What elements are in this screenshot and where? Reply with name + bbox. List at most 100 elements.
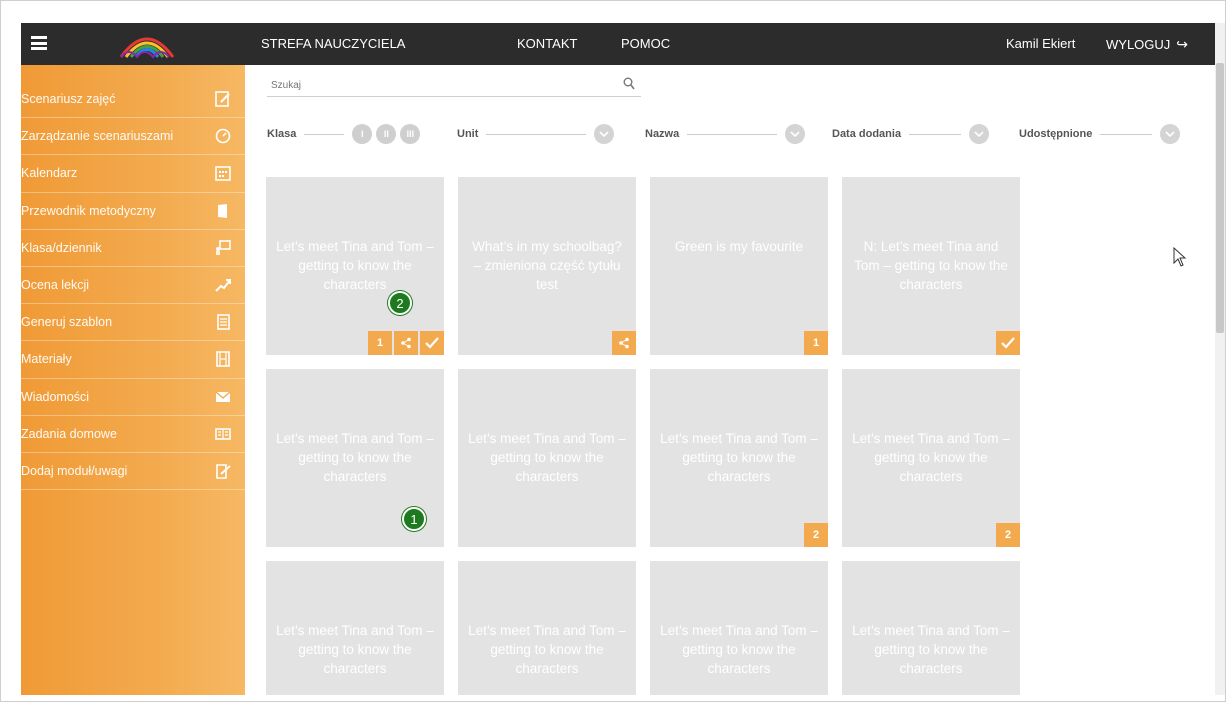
klasa-level-2-button[interactable]: II [376,124,397,144]
share-icon[interactable] [394,331,418,355]
book-icon [213,201,233,221]
envelope-icon [213,387,233,407]
chart-up-icon [213,275,233,295]
sidebar-item-przewodnik[interactable]: Przewodnik metodyczny [21,193,245,230]
sidebar-item-dodaj[interactable]: Dodaj moduł/uwagi [21,453,245,491]
sidebar-item-klasa[interactable]: Klasa/dziennik [21,230,245,267]
sidebar-item-zadania[interactable]: Zadania domowe [21,416,245,453]
filter-divider [1100,133,1153,135]
scenario-card[interactable]: Let’s meet Tina and Tom – getting to kno… [650,369,828,547]
card-badges [994,331,1020,355]
scenario-card[interactable]: Let’s meet Tina and Tom – getting to kno… [842,369,1020,547]
scenario-card[interactable]: Let’s meet Tina and Tom – getting to kno… [650,561,828,695]
sidebar-item-label: Dodaj moduł/uwagi [21,463,128,478]
hamburger-menu-icon[interactable] [31,36,47,50]
sidebar-item-materialy[interactable]: Materiały [21,341,245,379]
sidebar-item-kalendarz[interactable]: Kalendarz [21,155,245,193]
card-title: What’s in my schoolbag? – zmieniona częś… [472,239,622,292]
sidebar-item-label: Scenariusz zajęć [21,92,116,107]
share-icon[interactable] [612,331,636,355]
scenario-card[interactable]: Let’s meet Tina and Tom – getting to kno… [458,369,636,547]
card-title: Let’s meet Tina and Tom – getting to kno… [660,431,818,484]
class-number-badge: 1 [804,331,828,355]
scenario-card[interactable]: Let’s meet Tina and Tom – getting to kno… [458,561,636,695]
klasa-level-1-button[interactable]: I [352,124,373,144]
card-title: Let’s meet Tina and Tom – getting to kno… [852,431,1010,484]
card-title: Let’s meet Tina and Tom – getting to kno… [276,431,434,484]
scenario-card[interactable]: Let’s meet Tina and Tom – getting to kno… [842,561,1020,695]
dashboard-gauge-icon [213,126,233,146]
search-icon[interactable] [623,77,635,96]
filter-divider [687,133,778,135]
scenario-card[interactable]: Let’s meet Tina and Tom – getting to kno… [266,369,444,547]
filter-unit-label: Unit [457,128,479,140]
top-navigation-bar: STREFA NAUCZYCIELA KONTAKT POMOC Kamil E… [21,23,1217,65]
logout-button[interactable]: WYLOGUJ ↪ [1106,23,1188,65]
teacher-board-icon [213,238,233,258]
sidebar-item-ocena[interactable]: Ocena lekcji [21,267,245,305]
vertical-scrollbar[interactable] [1215,23,1225,695]
nav-help[interactable]: POMOC [621,23,670,65]
scenario-card[interactable]: Let’s meet Tina and Tom – getting to kno… [266,177,444,355]
search-input[interactable] [267,75,597,96]
card-badges: 1 [366,331,444,355]
filter-divider [486,133,587,135]
sidebar-item-label: Klasa/dziennik [21,240,102,255]
filter-klasa: Klasa I II III [267,123,433,145]
add-note-icon [213,461,233,481]
class-number-badge: 2 [804,523,828,547]
logout-icon: ↪ [1176,36,1189,52]
class-number-badge: 2 [996,523,1020,547]
card-title: Let’s meet Tina and Tom – getting to kno… [276,623,434,676]
filter-unit: Unit [457,123,621,145]
sidebar-item-zarzadzanie[interactable]: Zarządzanie scenariuszami [21,118,245,156]
sidebar-item-label: Wiadomości [21,389,90,404]
scrollbar-thumb[interactable] [1216,63,1224,333]
sidebar-item-label: Ocena lekcji [21,278,90,293]
klasa-level-3-button[interactable]: III [400,124,421,144]
filter-bar: Klasa I II III Unit Nazwa Data dodania U… [267,123,1197,145]
class-number-badge: 1 [368,331,392,355]
search-bar [267,75,641,97]
sidebar-item-scenariusz[interactable]: Scenariusz zajęć [21,81,245,119]
sidebar-item-wiadomosci[interactable]: Wiadomości [21,379,245,416]
filter-nazwa: Nazwa [645,123,809,145]
main-content: Klasa I II III Unit Nazwa Data dodania [245,65,1217,695]
app-window: STREFA NAUCZYCIELA KONTAKT POMOC Kamil E… [0,0,1226,702]
scenario-card[interactable]: Green is my favourite 1 [650,177,828,355]
check-icon[interactable] [420,331,444,355]
filter-divider [304,133,345,135]
sidebar-item-generuj[interactable]: Generuj szablon [21,304,245,342]
scenario-card[interactable]: What’s in my schoolbag? – zmieniona częś… [458,177,636,355]
sidebar-item-label: Materiały [21,352,72,367]
card-title: Let’s meet Tina and Tom – getting to kno… [852,623,1010,676]
nav-contact[interactable]: KONTAKT [517,23,577,65]
data-chevron-down-icon[interactable] [969,124,990,144]
sidebar: Scenariusz zajęć Zarządzanie scenariusza… [21,65,245,695]
sidebar-item-label: Zarządzanie scenariuszami [21,129,174,144]
filter-udostepnione-label: Udostępnione [1019,128,1093,140]
unit-chevron-down-icon[interactable] [594,124,615,144]
card-title: Let’s meet Tina and Tom – getting to kno… [468,431,626,484]
card-badges: 2 [802,523,828,547]
film-icon [213,349,233,369]
step-marker-2: 2 [388,291,412,315]
scenario-card[interactable]: N: Let’s meet Tina and Tom – getting to … [842,177,1020,355]
mouse-cursor-icon [1173,247,1187,267]
nazwa-chevron-down-icon[interactable] [785,124,806,144]
app-logo[interactable] [117,27,177,61]
user-name[interactable]: Kamil Ekiert [1006,23,1075,65]
card-title: N: Let’s meet Tina and Tom – getting to … [854,239,1008,292]
nav-teacher-zone[interactable]: STREFA NAUCZYCIELA [261,23,405,65]
sidebar-item-label: Generuj szablon [21,315,113,330]
card-title: Green is my favourite [674,239,804,254]
sidebar-item-label: Przewodnik metodyczny [21,203,156,218]
open-book-icon [213,424,233,444]
card-badges: 1 [802,331,828,355]
filter-divider [909,133,962,135]
step-marker-1: 1 [402,507,426,531]
udostepnione-chevron-down-icon[interactable] [1160,124,1181,144]
check-icon[interactable] [996,331,1020,355]
scenario-card[interactable]: Let’s meet Tina and Tom – getting to kno… [266,561,444,695]
filter-data-label: Data dodania [832,128,902,140]
